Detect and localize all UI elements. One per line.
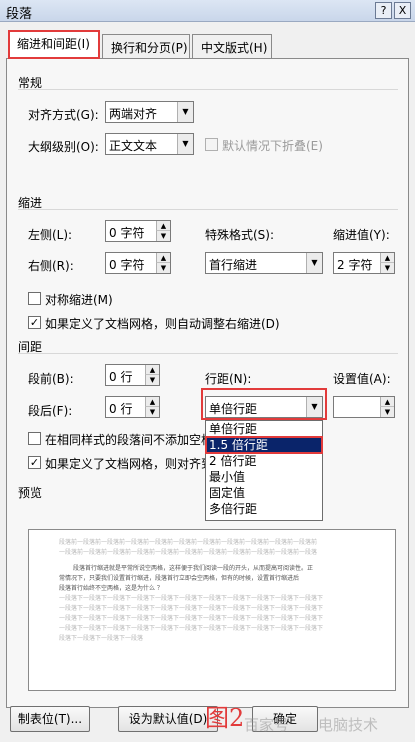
space-before-label: 段前(B): — [28, 372, 74, 386]
watermark-right: 电脑技术 — [318, 716, 379, 734]
spin-up-icon[interactable]: ▲ — [145, 365, 159, 375]
snap-grid-checkbox[interactable]: ✓ — [28, 456, 41, 469]
section-spacing: 间距 — [18, 338, 398, 354]
space-after-spinner[interactable]: 0 行 ▲ ▼ — [105, 396, 160, 418]
dropdown-option[interactable]: 固定值 — [206, 485, 322, 501]
paragraph-dialog: 缩进和间距(I) 换行和分页(P) 中文版式(H) 常规 对齐方式(G): 两端… — [0, 22, 415, 742]
outline-level-value: 正文文本 — [109, 139, 158, 153]
dropdown-option[interactable]: 最小值 — [206, 469, 322, 485]
no-space-checkbox[interactable] — [28, 432, 41, 445]
section-indent: 缩进 — [18, 194, 398, 210]
outline-level-label: 大纲级别(O): — [28, 140, 99, 154]
line-spacing-value: 单倍行距 — [209, 402, 258, 416]
close-button[interactable]: X — [394, 2, 411, 19]
help-button[interactable]: ? — [375, 2, 392, 19]
special-indent-value: 首行缩进 — [209, 258, 258, 272]
preview-line: 段落首行缩进就是平常所说空两格，这样便于我们阅读一段的开头，从而提高可阅读性。正 — [73, 565, 314, 572]
space-after-value: 0 行 — [109, 402, 133, 416]
mirror-indent-checkbox[interactable] — [28, 292, 41, 305]
preview-line: 段落首行始终不空两格，这是为什么 ？ — [59, 585, 163, 592]
auto-adjust-label: 如果定义了文档网格，则自动调整右缩进(D) — [45, 317, 280, 331]
mirror-indent-label: 对称缩进(M) — [45, 293, 113, 307]
spin-up-icon[interactable]: ▲ — [156, 253, 170, 263]
set-default-button[interactable]: 设为默认值(D) — [118, 706, 218, 732]
space-after-label: 段后(F): — [28, 404, 73, 418]
tab-asian-typography[interactable]: 中文版式(H) — [192, 34, 272, 58]
section-general: 常规 — [18, 74, 398, 90]
tab-line-page-breaks[interactable]: 换行和分页(P) — [102, 34, 190, 58]
preview-line: 一段落下一段落下一段落下一段落下一段落下一段落下一段落下一段落下一段落下一段落下… — [59, 615, 324, 622]
alignment-label: 对齐方式(G): — [28, 108, 99, 122]
chevron-down-icon[interactable]: ▼ — [177, 134, 193, 154]
line-spacing-dropdown[interactable]: 单倍行距 1.5 倍行距 2 倍行距 最小值 固定值 多倍行距 — [205, 420, 323, 521]
indent-by-label: 缩进值(Y): — [333, 228, 390, 242]
spin-down-icon[interactable]: ▼ — [145, 407, 159, 417]
preview-line: 一段落前一段落前一段落前一段落前一段落前一段落前一段落前一段落前一段落前一段落前… — [59, 549, 318, 556]
spin-down-icon[interactable]: ▼ — [156, 231, 170, 241]
special-indent-select[interactable]: 首行缩进 ▼ — [205, 252, 323, 274]
preview-line: 段落前一段落前一段落前一段落前一段落前一段落前一段落前一段落前一段落前一段落前一… — [59, 539, 318, 546]
right-indent-spinner[interactable]: 0 字符 ▲ ▼ — [105, 252, 171, 274]
no-space-label: 在相同样式的段落间不添加空格 — [45, 433, 214, 447]
alignment-value: 两端对齐 — [109, 107, 158, 121]
left-indent-value: 0 字符 — [109, 226, 145, 240]
dropdown-option[interactable]: 单倍行距 — [206, 421, 322, 437]
indent-by-spinner[interactable]: 2 字符 ▲ ▼ — [333, 252, 395, 274]
preview-line: 段落下一段落下一段落下一段落 — [59, 635, 144, 642]
dropdown-option[interactable]: 多倍行距 — [206, 501, 322, 517]
tabs-button[interactable]: 制表位(T)... — [10, 706, 90, 732]
left-indent-spinner[interactable]: 0 字符 ▲ ▼ — [105, 220, 171, 242]
preview-pane: 段落前一段落前一段落前一段落前一段落前一段落前一段落前一段落前一段落前一段落前一… — [28, 529, 396, 691]
chevron-down-icon[interactable]: ▼ — [306, 253, 322, 273]
chevron-down-icon[interactable]: ▼ — [306, 397, 322, 417]
line-spacing-label: 行距(N): — [205, 372, 252, 386]
special-indent-label: 特殊格式(S): — [205, 228, 275, 242]
spin-up-icon[interactable]: ▲ — [380, 253, 394, 263]
spacing-heading: 间距 — [18, 340, 43, 354]
left-indent-label: 左侧(L): — [28, 228, 73, 242]
spin-down-icon[interactable]: ▼ — [380, 407, 394, 417]
space-before-value: 0 行 — [109, 370, 133, 384]
preview-line: 一段落下一段落下一段落下一段落下一段落下一段落下一段落下一段落下一段落下一段落下… — [59, 625, 324, 632]
chevron-down-icon[interactable]: ▼ — [177, 102, 193, 122]
tab-indent-spacing[interactable]: 缩进和间距(I) — [8, 30, 100, 59]
preview-line: 一段落下一段落下一段落下一段落下一段落下一段落下一段落下一段落下一段落下一段落下… — [59, 605, 324, 612]
figure-label: 图2 — [205, 704, 245, 732]
collapse-checkbox — [205, 138, 218, 151]
general-heading: 常规 — [18, 76, 43, 90]
spin-down-icon[interactable]: ▼ — [156, 263, 170, 273]
right-indent-label: 右侧(R): — [28, 259, 74, 273]
watermark-left: 百家号 — [244, 716, 290, 734]
spin-up-icon[interactable]: ▲ — [380, 397, 394, 407]
dropdown-option-selected[interactable]: 1.5 倍行距 — [205, 436, 323, 454]
indent-by-value: 2 字符 — [337, 258, 373, 272]
at-spinner[interactable]: ▲ ▼ — [333, 396, 395, 418]
spin-up-icon[interactable]: ▲ — [145, 397, 159, 407]
preview-line: 常情况下，只要我们设置首行缩进，段落首行立即会空两格，但有的时候，设置首行缩进后 — [59, 575, 300, 582]
collapse-label: 默认情况下折叠(E) — [222, 139, 323, 153]
right-indent-value: 0 字符 — [109, 258, 145, 272]
title-bar: 段落 ? X — [0, 0, 415, 22]
line-spacing-select[interactable]: 单倍行距 ▼ — [205, 396, 323, 418]
snap-grid-label: 如果定义了文档网格，则对齐到 — [45, 457, 214, 471]
preview-heading: 预览 — [18, 486, 43, 500]
indent-heading: 缩进 — [18, 196, 43, 210]
dropdown-option[interactable]: 2 倍行距 — [206, 453, 322, 469]
alignment-select[interactable]: 两端对齐 ▼ — [105, 101, 194, 123]
window-title: 段落 — [6, 7, 33, 22]
spin-down-icon[interactable]: ▼ — [380, 263, 394, 273]
space-before-spinner[interactable]: 0 行 ▲ ▼ — [105, 364, 160, 386]
at-label: 设置值(A): — [333, 372, 391, 386]
spin-up-icon[interactable]: ▲ — [156, 221, 170, 231]
preview-line: 一段落下一段落下一段落下一段落下一段落下一段落下一段落下一段落下一段落下一段落下… — [59, 595, 324, 602]
spin-down-icon[interactable]: ▼ — [145, 375, 159, 385]
outline-level-select[interactable]: 正文文本 ▼ — [105, 133, 194, 155]
auto-adjust-checkbox[interactable]: ✓ — [28, 316, 41, 329]
